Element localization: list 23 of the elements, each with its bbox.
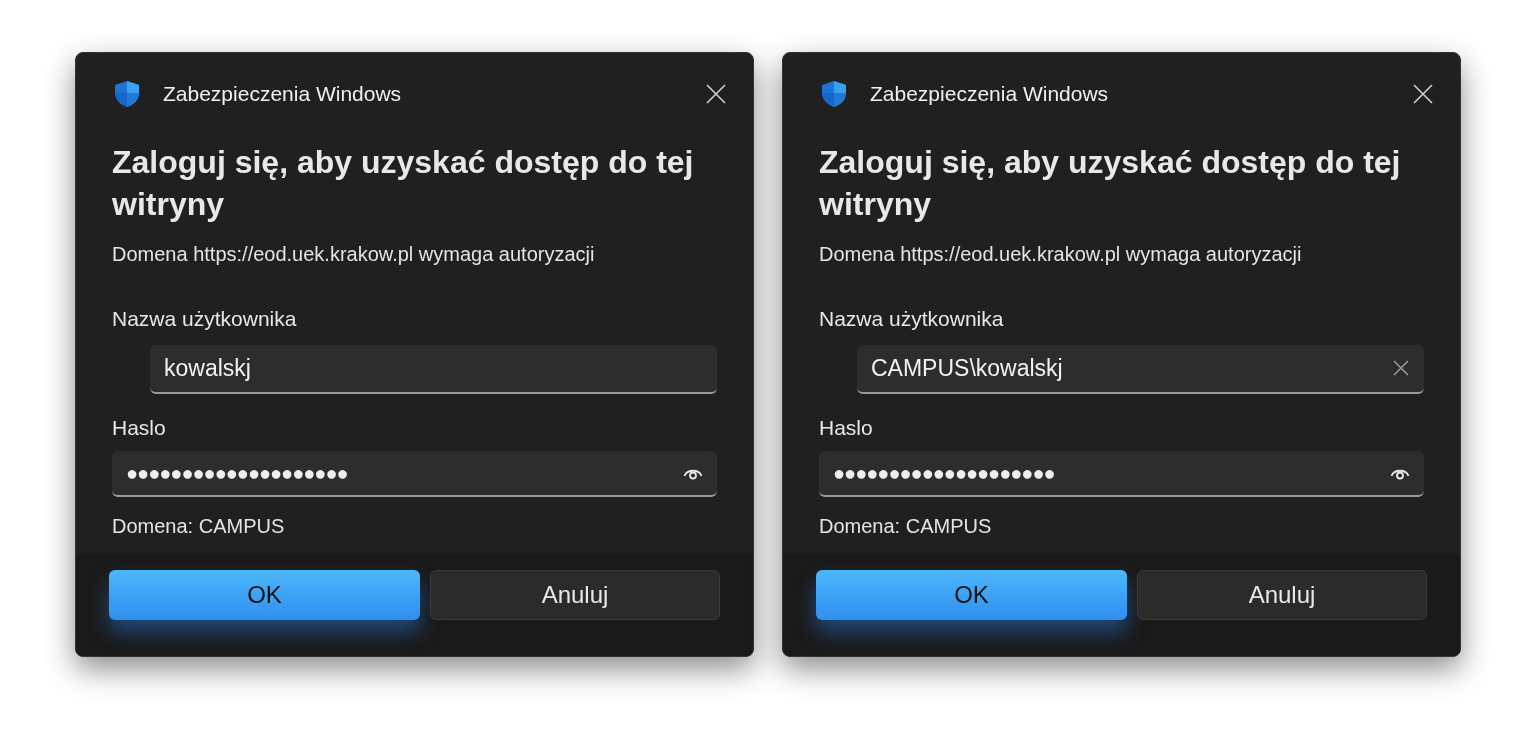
window-title: Zabezpieczenia Windows (163, 81, 402, 108)
field-label: Nazwa użytkownika (112, 306, 298, 332)
username-field[interactable]: CAMPUS\kowalskj (857, 344, 1424, 394)
shield-icon (819, 79, 849, 109)
dialog-heading: Zaloguj się, aby uzyskać dostęp do tej witryny (819, 143, 1402, 224)
message-text: Domena https://eod.uek.krakow.pl wymaga autoryzacji (819, 242, 1303, 267)
ok-button[interactable]: OK (109, 570, 420, 620)
clear-icon[interactable] (1392, 359, 1410, 377)
field-label: Haslo (112, 414, 167, 441)
cancel-button[interactable]: Anuluj (430, 570, 720, 620)
password-field[interactable]: ●●●●●●●●●●●●●●●●●●●● (819, 451, 1424, 497)
domain-text: Domena: CAMPUS (112, 514, 286, 539)
username-field[interactable]: kowalskj (150, 344, 717, 394)
message-text: Domena https://eod.uek.krakow.pl wymaga autoryzacji (112, 242, 596, 267)
dialog-heading: Zaloguj się, aby uzyskać dostęp do tej witryny (112, 143, 695, 224)
cancel-button[interactable]: Anuluj (1137, 570, 1427, 620)
shield-icon (112, 79, 142, 109)
domain-text: Domena: CAMPUS (819, 514, 993, 539)
ok-button[interactable]: OK (816, 570, 1127, 620)
window-title: Zabezpieczenia Windows (870, 81, 1109, 108)
field-label: Nazwa użytkownika (819, 306, 1005, 332)
password-field[interactable]: ●●●●●●●●●●●●●●●●●●●● (112, 451, 717, 497)
field-label: Haslo (819, 414, 874, 441)
